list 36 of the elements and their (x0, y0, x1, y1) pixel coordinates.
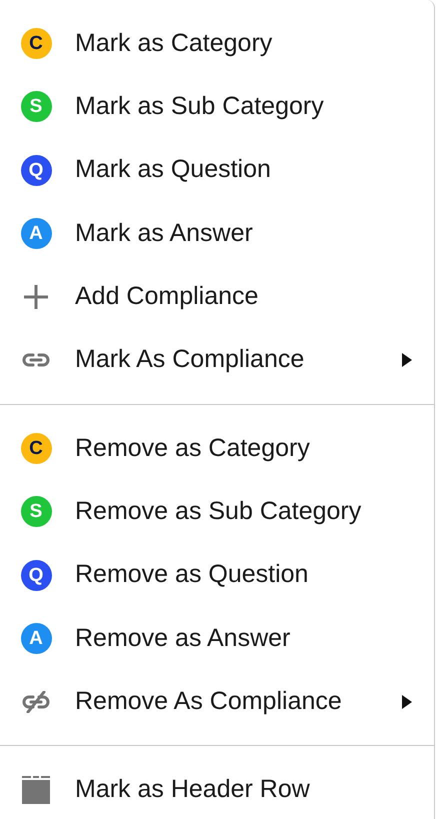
menu-item-label: Add Compliance (75, 281, 260, 312)
menu-item-label: Mark as Sub Category (75, 91, 325, 122)
menu-item[interactable]: Q Mark as Question (0, 138, 434, 202)
letter-badge-icon: Q (20, 154, 52, 186)
menu-item[interactable]: C Mark as Category (0, 12, 434, 76)
menu-item-label: Remove as Sub Category (75, 496, 362, 527)
menu-item-label: Mark as Header Row (75, 774, 311, 806)
letter-badge-icon: C (20, 432, 52, 464)
menu-item-label: Remove As Compliance (75, 686, 343, 717)
menu-item-label: Mark as Question (75, 154, 272, 186)
letter-badge-icon: A (20, 218, 52, 250)
menu-item[interactable]: Add Compliance (0, 265, 434, 328)
plus-icon (22, 282, 50, 311)
table-header-icon (22, 776, 50, 804)
letter-badge-icon: S (20, 496, 52, 528)
menu-item[interactable]: C Remove as Category (0, 416, 434, 480)
letter-badge-icon: Q (20, 560, 52, 591)
letter-badge-icon: C (20, 28, 52, 60)
menu-item-label: Mark as Category (75, 28, 274, 59)
menu-item[interactable]: A Mark as Answer (0, 202, 434, 266)
menu-item-label: Remove as Category (75, 432, 311, 464)
menu-item[interactable]: Remove As Compliance (0, 670, 434, 734)
menu-item-label: Remove as Answer (75, 622, 292, 654)
menu-item[interactable]: S Mark as Sub Category (0, 75, 434, 139)
menu-item[interactable]: A Remove as Answer (0, 606, 434, 670)
menu-item[interactable]: Q Remove as Question (0, 543, 434, 607)
menu-item-label: Mark As Compliance (75, 344, 306, 376)
letter-badge-icon: A (20, 622, 52, 654)
menu-item-label: Remove as Question (75, 559, 310, 590)
menu-item-label: Mark as Answer (75, 218, 254, 249)
menu-item[interactable]: Mark as Header Row (0, 758, 434, 819)
menu-item[interactable]: Mark As Compliance (0, 328, 434, 392)
broken-link-icon (22, 690, 50, 713)
chain-link-icon (22, 353, 50, 368)
menu-item[interactable]: S Remove as Sub Category (0, 480, 434, 544)
letter-badge-icon: S (20, 91, 52, 122)
